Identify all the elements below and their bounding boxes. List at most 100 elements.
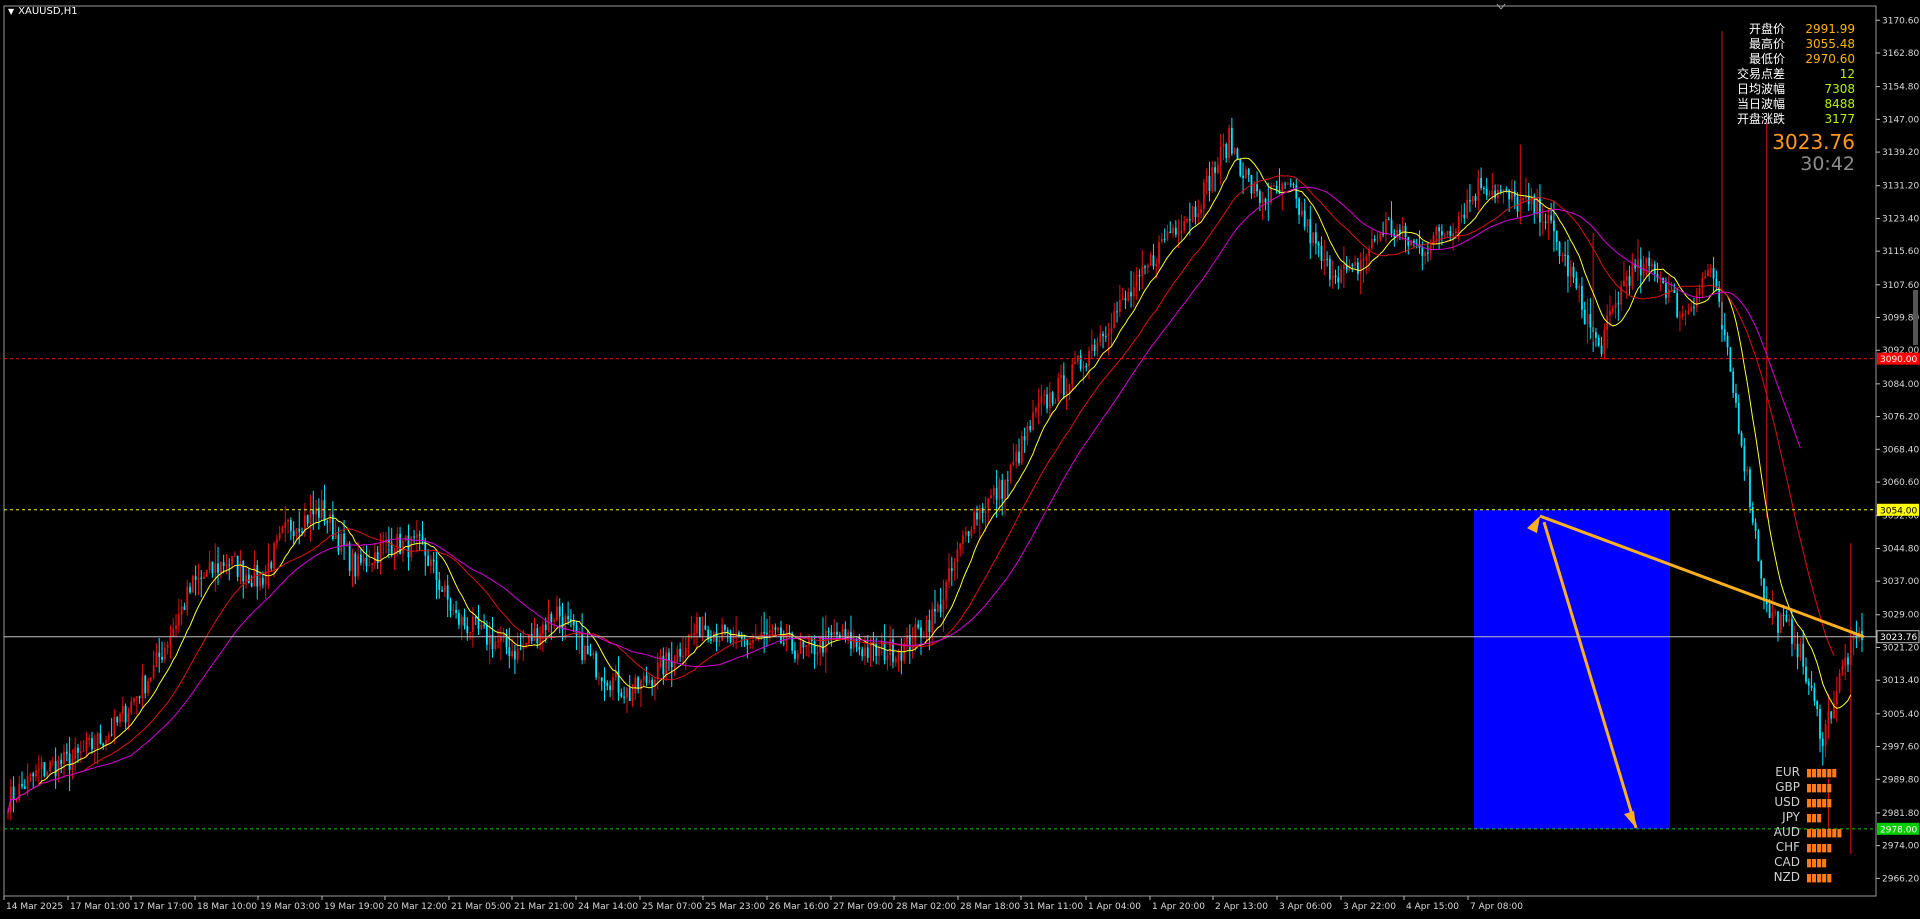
candle-body <box>928 619 931 633</box>
candle-body <box>992 487 995 496</box>
info-label: 开盘涨跌 <box>1736 112 1785 126</box>
candle-body <box>452 609 455 611</box>
candle-body <box>586 645 589 655</box>
candle-body <box>1561 254 1564 257</box>
candle-body <box>96 733 99 749</box>
candle-body <box>54 761 57 777</box>
candle-body <box>432 559 435 562</box>
candle-body <box>1819 708 1821 739</box>
candle-body <box>1020 436 1023 464</box>
candle-body <box>46 771 49 776</box>
candle-body <box>1281 183 1284 194</box>
candle-body <box>455 609 457 614</box>
candle-body <box>161 656 163 660</box>
candle-body <box>684 647 687 656</box>
candle-body <box>987 498 990 512</box>
bar-countdown-timer: 30:42 <box>1800 153 1855 175</box>
candle-body <box>763 632 766 634</box>
candle-body <box>1088 351 1090 367</box>
candle-body <box>704 625 707 630</box>
candle-body <box>962 535 964 544</box>
y-axis-label: 3013.40 <box>1882 676 1919 686</box>
candle-body <box>1555 231 1558 243</box>
candle-body <box>119 713 121 723</box>
candle-body <box>404 535 407 541</box>
price-chart[interactable]: 3170.60 3162.80 3154.80 3147.00 3139.20 3131.… <box>0 0 1920 919</box>
y-axis-label: 3147.00 <box>1882 115 1919 125</box>
candle-body <box>1687 311 1690 314</box>
candle-body <box>1631 263 1634 286</box>
candle-body <box>359 554 362 563</box>
info-value: 7308 <box>1824 82 1855 96</box>
candle-body <box>494 641 497 650</box>
candle-body <box>63 751 65 765</box>
candle-body <box>1130 292 1132 297</box>
candle-body <box>511 651 514 657</box>
info-row: 开盘价 2991.99 <box>1737 22 1855 37</box>
candle-body <box>1023 436 1026 441</box>
candle-body <box>1144 266 1146 268</box>
candle-body <box>984 511 987 514</box>
info-panel: 开盘价 2991.99 最高价 3055.48 最低价 2970.60 交易点差 12 日均波幅… <box>1737 22 1855 127</box>
candle-body <box>936 604 939 612</box>
y-axis-label: 2981.80 <box>1882 809 1919 819</box>
candle-body <box>973 512 976 530</box>
candle-body <box>259 577 261 587</box>
candle-body <box>1782 614 1785 616</box>
candle-body <box>1261 198 1264 203</box>
candle-body <box>1740 432 1743 446</box>
candle-body <box>1258 191 1261 203</box>
info-row: 当日波幅 8488 <box>1737 97 1855 112</box>
candle-body <box>23 786 26 790</box>
candle-body <box>74 747 77 760</box>
candle-body <box>1539 197 1541 223</box>
candle-body <box>1628 276 1631 286</box>
strength-bars: ▮▮▮▮ <box>1806 856 1827 869</box>
candle-body <box>824 630 827 653</box>
candle-body <box>1275 185 1278 190</box>
candle-body <box>1603 329 1606 355</box>
candle-body <box>233 555 236 557</box>
candle-body <box>816 652 819 655</box>
candle-body <box>1746 469 1749 472</box>
strength-bars: ▮▮▮▮▮ <box>1806 796 1832 809</box>
price-level-tag-label: 3090.00 <box>1880 355 1917 365</box>
candle-body <box>1695 294 1698 308</box>
candle-body <box>415 534 418 538</box>
currency-strength-row: CHF ▮▮▮▮▮ <box>1772 840 1841 855</box>
candle-body <box>592 653 595 656</box>
candle-body <box>1228 127 1230 159</box>
candle-body <box>1449 231 1452 236</box>
candle-body <box>950 568 953 571</box>
candle-body <box>1004 479 1006 499</box>
candle-body <box>1595 332 1597 338</box>
candle-body <box>1009 464 1012 481</box>
candle-body <box>1558 242 1561 257</box>
candle-body <box>88 738 91 741</box>
candle-body <box>351 553 354 571</box>
dropdown-triangle-icon[interactable]: ▼ <box>8 7 14 16</box>
candle-body <box>1735 392 1737 403</box>
candle-body <box>550 613 553 622</box>
candle-body <box>802 641 805 648</box>
candle-body <box>1230 127 1233 154</box>
candle-body <box>368 565 371 567</box>
chart-window[interactable]: 3170.60 3162.80 3154.80 3147.00 3139.20 3131.… <box>0 0 1920 919</box>
candle-body <box>1096 342 1099 351</box>
currency-name: JPY <box>1782 810 1800 824</box>
strength-bars: ▮▮▮▮▮▮▮ <box>1806 826 1842 839</box>
candle-body <box>371 563 373 566</box>
candle-body <box>1810 685 1813 688</box>
candle-body <box>698 616 701 637</box>
candle-body <box>1236 148 1239 160</box>
candle-body <box>1138 274 1141 277</box>
currency-strength-row: EUR ▮▮▮▮▮▮ <box>1772 765 1841 780</box>
candle-body <box>295 528 298 537</box>
candle-body <box>1667 289 1670 298</box>
candle-body <box>1298 198 1300 216</box>
candle-body <box>1177 233 1180 235</box>
candle-body <box>1553 220 1555 232</box>
x-axis-label: 31 Mar 11:00 <box>1023 902 1083 912</box>
currency-strength-row: CAD ▮▮▮▮ <box>1772 855 1841 870</box>
candle-body <box>645 675 648 683</box>
